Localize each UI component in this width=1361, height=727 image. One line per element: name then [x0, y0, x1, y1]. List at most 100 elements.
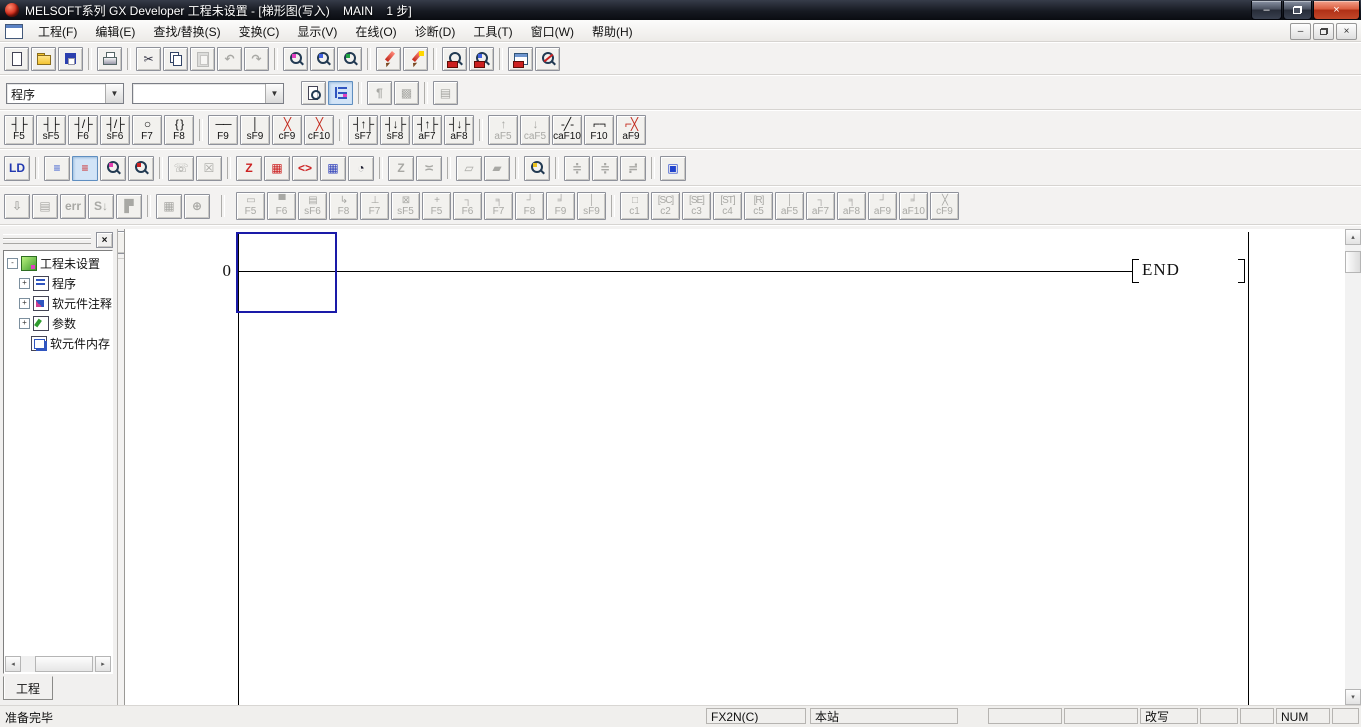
monitor-mode-button[interactable] [524, 156, 550, 181]
symbol-glyph: ┘ [526, 195, 532, 206]
scroll-up-button[interactable]: ▴ [1345, 229, 1361, 245]
symbol-glyph: ┤/├ [106, 118, 123, 131]
copy-button[interactable] [163, 47, 188, 71]
toolbar-separator [199, 119, 203, 141]
remote-operation-button[interactable]: ▦ [320, 156, 346, 181]
menu-help[interactable]: 帮助(H) [583, 21, 642, 42]
ladder-symbol-button[interactable]: LD [4, 156, 30, 181]
mem-icon [31, 336, 47, 351]
mdi-document-icon[interactable] [5, 24, 23, 39]
statement-note-edit-button[interactable] [403, 47, 428, 71]
minimize-button[interactable]: – [1251, 1, 1282, 20]
find-device-button[interactable] [283, 47, 308, 71]
collapse-icon[interactable]: - [7, 258, 18, 269]
delete-vertical-line-button[interactable]: ╳cF10 [304, 115, 334, 145]
editor-vertical-scrollbar[interactable]: ▴ ▾ [1345, 229, 1361, 705]
scroll-thumb[interactable] [1345, 251, 1361, 273]
project-data-list-button[interactable] [328, 81, 353, 105]
device-test-button[interactable]: ▣ [660, 156, 686, 181]
horizontal-line-button[interactable]: ──F9 [208, 115, 238, 145]
tree-item-par[interactable]: + 参数 [6, 313, 112, 333]
expand-icon[interactable]: + [19, 298, 30, 309]
falling-pulse-button[interactable]: ┤↓├sF8 [380, 115, 410, 145]
read-from-plc-button[interactable]: ▦ [264, 156, 290, 181]
right-bus-bar [1248, 232, 1249, 705]
device-monitor-button[interactable] [442, 47, 467, 71]
new-project-button[interactable] [4, 47, 29, 71]
menu-find-replace[interactable]: 查找/替换(S) [144, 21, 229, 42]
write-mode-button[interactable] [128, 156, 154, 181]
tree-item-label: 参数 [52, 315, 76, 332]
find-instruction-button[interactable] [310, 47, 335, 71]
close-button[interactable]: × [1313, 1, 1360, 20]
combo-dropdown-icon[interactable]: ▼ [265, 84, 283, 103]
function-key-label: F7 [369, 206, 381, 217]
project-tab[interactable]: 工程 [3, 676, 53, 700]
tree-item-mem[interactable]: 软元件内存 [6, 333, 112, 353]
menu-view[interactable]: 显示(V) [288, 21, 346, 42]
delete-interconnect-button[interactable]: ⌐╳aF9 [616, 115, 646, 145]
vertical-line-button[interactable]: │sF9 [240, 115, 270, 145]
combo-dropdown-icon[interactable]: ▼ [105, 84, 123, 103]
sfc-toolbar: ⇩▤errS↓▛▦⊕ ▭F5▀F6▤sF6↳F8⊥F7⊠sF5+F5┐F6╕F7… [0, 186, 1361, 225]
tree-item-project-root[interactable]: -工程未设置 [6, 253, 112, 273]
save-project-button[interactable] [58, 47, 83, 71]
falling-pulse-branch-button[interactable]: ┤↓├aF8 [444, 115, 474, 145]
cut-button[interactable]: ✂ [136, 47, 161, 71]
horizontal-interconnect-button[interactable]: ⌐¬F10 [584, 115, 614, 145]
function-key-label: c3 [691, 206, 702, 217]
open-contact-button[interactable]: ┤├F5 [4, 115, 34, 145]
mdi-restore-button[interactable] [1313, 23, 1334, 40]
scroll-left-button[interactable]: ◂ [5, 656, 21, 672]
edit-ladder-button[interactable]: ≡ [72, 156, 98, 181]
device-comment-edit-button[interactable] [376, 47, 401, 71]
menu-edit[interactable]: 编辑(E) [86, 21, 144, 42]
write-to-plc-button[interactable]: Z [236, 156, 262, 181]
tree-item-cmt[interactable]: +软元件注释 [6, 293, 112, 313]
scroll-thumb[interactable] [35, 656, 93, 672]
clock-setting-button[interactable]: ◔ [348, 156, 374, 181]
scroll-down-button[interactable]: ▾ [1345, 689, 1361, 705]
open-contact-branch-button[interactable]: ┤├sF5 [36, 115, 66, 145]
find-string-button[interactable] [337, 47, 362, 71]
ladder-editor[interactable]: 0 END [124, 229, 1345, 705]
read-mode-button[interactable] [100, 156, 126, 181]
comment-display-button[interactable] [301, 81, 326, 105]
scroll-right-button[interactable]: ▸ [95, 656, 111, 672]
menu-convert[interactable]: 变换(C) [230, 21, 289, 42]
target-combo[interactable]: ▼ [132, 83, 284, 104]
ladder-cursor[interactable] [236, 232, 337, 313]
project-data-list-toggle[interactable]: ≡ [44, 156, 70, 181]
program-type-combo[interactable]: 程序 ▼ [6, 83, 124, 104]
end-instruction[interactable]: END [1142, 260, 1180, 280]
print-button[interactable] [97, 47, 122, 71]
rising-pulse-branch-button[interactable]: ┤↑├aF7 [412, 115, 442, 145]
tree-item-prog[interactable]: +程序 [6, 273, 112, 293]
entry-data-monitor-button[interactable] [508, 47, 533, 71]
expand-icon[interactable]: + [19, 318, 30, 329]
menu-tools[interactable]: 工具(T) [464, 21, 521, 42]
device-batch-monitor-button[interactable] [469, 47, 494, 71]
closed-contact-branch-button[interactable]: ┤/├sF6 [100, 115, 130, 145]
rising-pulse-button[interactable]: ┤↑├sF7 [348, 115, 378, 145]
menu-diagnostics[interactable]: 诊断(D) [406, 21, 465, 42]
delete-horizontal-line-button[interactable]: ╳cF9 [272, 115, 302, 145]
mdi-minimize-button[interactable]: – [1290, 23, 1311, 40]
sfc-simultaneous-convergence-button: ╛F9 [546, 192, 575, 220]
invert-result-button[interactable]: -╱-caF10 [552, 115, 582, 145]
mdi-close-button[interactable]: × [1336, 23, 1357, 40]
verify-with-plc-button[interactable]: <> [292, 156, 318, 181]
menu-online[interactable]: 在线(O) [346, 21, 405, 42]
restore-button[interactable] [1283, 1, 1312, 20]
coil-button[interactable]: ○F7 [132, 115, 162, 145]
panel-grip[interactable] [3, 239, 91, 244]
expand-icon[interactable]: + [19, 278, 30, 289]
menu-project[interactable]: 工程(F) [29, 21, 86, 42]
tree-horizontal-scrollbar[interactable]: ◂ ▸ [5, 656, 111, 672]
application-instruction-button[interactable]: { }F8 [164, 115, 194, 145]
panel-close-button[interactable]: × [96, 232, 113, 248]
menu-window[interactable]: 窗口(W) [522, 21, 583, 42]
open-project-button[interactable] [31, 47, 56, 71]
closed-contact-button[interactable]: ┤/├F6 [68, 115, 98, 145]
find-contact-coil-button[interactable] [535, 47, 560, 71]
